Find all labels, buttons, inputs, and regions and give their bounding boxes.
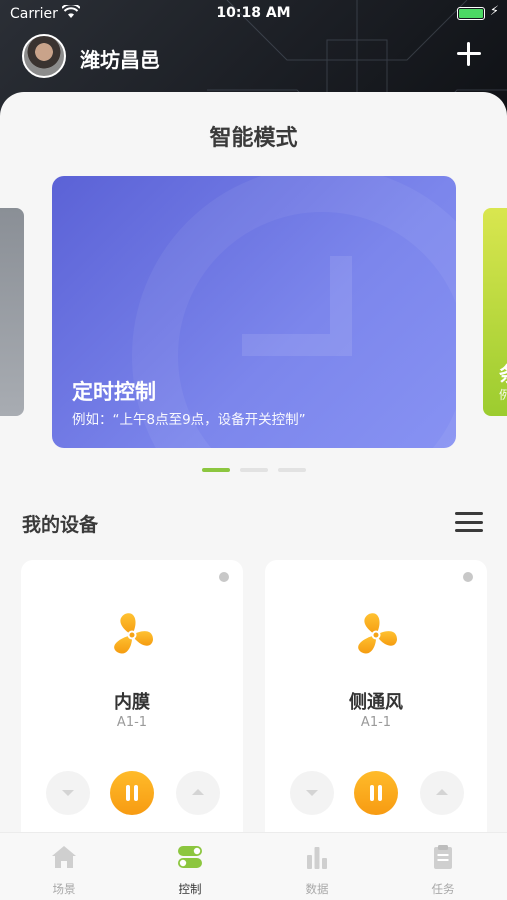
list-icon[interactable] [455, 512, 483, 532]
card-subtitle: 例如：“上午8点至9点，设备开关控制” [72, 412, 306, 428]
tab-control[interactable]: 控制 [150, 843, 230, 897]
home-icon [52, 846, 76, 868]
tab-label: 任务 [431, 882, 455, 896]
device-code: A1-1 [360, 715, 392, 730]
charging-icon: ⚡ [489, 4, 499, 19]
decrease-button[interactable] [46, 771, 90, 815]
card-decoration-corner [242, 256, 352, 356]
device-code: A1-1 [116, 715, 148, 730]
device-card[interactable]: 侧通风 A1-1 [265, 560, 487, 832]
carousel-card-next[interactable]: 条 例 [483, 208, 507, 416]
location-title[interactable]: 潍坊昌邑 [80, 44, 160, 73]
device-name: 侧通风 [349, 692, 403, 713]
pager-dot[interactable] [277, 468, 306, 472]
pause-button[interactable] [354, 771, 398, 815]
fan-icon [114, 613, 153, 654]
pager-dot-active[interactable] [201, 468, 230, 472]
carousel-pager [0, 468, 507, 472]
device-card[interactable]: 内膜 A1-1 [21, 560, 243, 832]
increase-button[interactable] [176, 771, 220, 815]
status-time: 10:18 AM [216, 5, 291, 21]
increase-button[interactable] [420, 771, 464, 815]
tab-label: 场景 [52, 882, 76, 896]
main-sheet: 智能模式 定时控制 例如：“上午8点至9点，设备开关控制” 条 例 我的设备 [0, 92, 507, 832]
toggle-icon [178, 846, 202, 868]
tab-label: 控制 [178, 882, 202, 896]
next-card-title: 条 [499, 358, 507, 387]
clipboard-icon [434, 845, 452, 869]
tab-data[interactable]: 数据 [277, 843, 357, 897]
pause-button[interactable] [110, 771, 154, 815]
avatar[interactable] [22, 34, 66, 78]
plus-icon[interactable] [457, 42, 481, 66]
tab-scene[interactable]: 场景 [24, 843, 104, 897]
card-title: 定时控制 [72, 380, 156, 404]
bar-chart-icon [307, 847, 327, 869]
tab-label: 数据 [305, 882, 329, 896]
battery-icon [457, 7, 485, 20]
decrease-button[interactable] [290, 771, 334, 815]
fan-icon [358, 613, 397, 654]
device-status-indicator [219, 572, 229, 582]
status-bar: Carrier 10:18 AM ⚡ [0, 0, 507, 28]
tab-tasks[interactable]: 任务 [403, 843, 483, 897]
pager-dot[interactable] [239, 468, 268, 472]
carousel-card-timer-control[interactable]: 定时控制 例如：“上午8点至9点，设备开关控制” [52, 176, 456, 448]
smart-mode-title: 智能模式 [209, 126, 298, 151]
tab-bar: 场景 控制 数据 任务 [0, 832, 507, 900]
device-name: 内膜 [114, 692, 150, 713]
device-status-indicator [463, 572, 473, 582]
next-card-subtitle: 例 [499, 388, 507, 402]
my-devices-title: 我的设备 [22, 514, 99, 536]
carousel-card-previous[interactable] [0, 208, 24, 416]
